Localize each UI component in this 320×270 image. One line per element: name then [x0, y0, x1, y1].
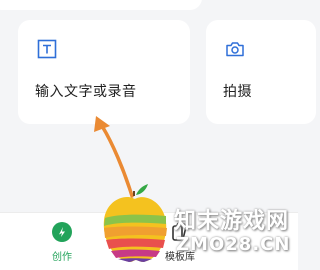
watermark-domain: ZMO28.CN: [176, 234, 291, 255]
watermark-logo: [103, 184, 167, 262]
watermark-site-name: 知末游戏网: [174, 209, 290, 234]
